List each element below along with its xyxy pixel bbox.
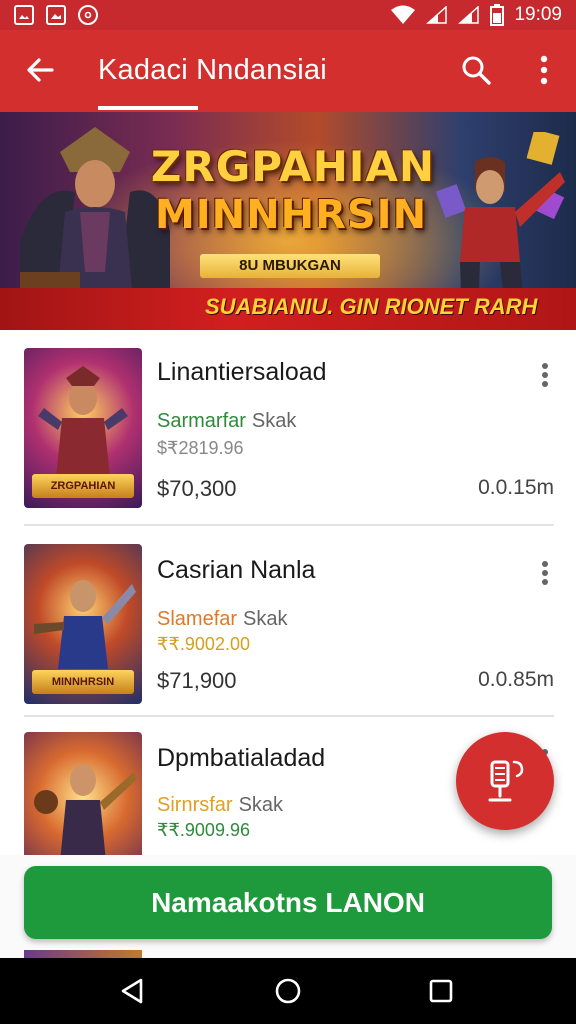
- dot: [542, 561, 548, 567]
- promo-banner[interactable]: ZRGPAHIAN MINNHRSIN 8U MBUKGAN SUABIANIU…: [0, 112, 576, 330]
- wifi-icon: [391, 5, 416, 24]
- thumbnail-caption: ZRGPAHIAN: [32, 474, 134, 498]
- category-name: Slamefar: [157, 608, 238, 630]
- status-right-icons: 19:09: [390, 4, 562, 26]
- search-icon: [462, 56, 491, 85]
- signal-icon: [458, 6, 480, 24]
- game-thumbnail: [24, 732, 142, 860]
- nav-recents-icon: [429, 979, 453, 1003]
- data-saver-icon: [78, 5, 98, 25]
- game-size: 0.0.85m: [478, 668, 554, 691]
- game-title: Dpmbatialadad: [157, 744, 326, 772]
- banner-title-line1: ZRGPAHIAN: [150, 142, 436, 191]
- game-downloads: ₹₹.9002.00: [157, 634, 250, 654]
- status-left-icons: [14, 5, 98, 25]
- list-divider: [24, 524, 554, 526]
- dot: [542, 363, 548, 369]
- image-notification-icon: [46, 5, 66, 25]
- category-suffix: Skak: [238, 794, 284, 816]
- list-divider: [24, 715, 554, 717]
- game-category: Sarmarfar Skak: [157, 410, 296, 433]
- game-category: Sirnrsfar Skak: [157, 794, 283, 817]
- banner-subtitle: 8U MBUKGAN: [200, 254, 380, 278]
- item-overflow-menu[interactable]: [534, 360, 556, 390]
- item-overflow-menu[interactable]: [534, 558, 556, 588]
- game-downloads: ₹₹.9009.96: [157, 820, 250, 840]
- dot: [542, 570, 548, 576]
- back-button[interactable]: [20, 50, 60, 90]
- nav-home-icon: [275, 978, 301, 1004]
- app-screen: 19:09 Kadaci Nndansiai ZRGPAHIAN MINNHRS…: [0, 0, 576, 1024]
- banner-tagline: SUABIANIU. GIN RIONET RARH: [205, 294, 538, 319]
- status-bar: 19:09: [0, 0, 576, 30]
- category-suffix: Skak: [243, 608, 288, 630]
- game-thumbnail: MINNHRSIN: [24, 544, 142, 704]
- signal-icon: [426, 6, 448, 24]
- battery-icon: [490, 4, 505, 26]
- banner-title-line2: MINNHRSIN: [154, 192, 428, 238]
- voice-record-fab[interactable]: [456, 732, 554, 830]
- game-price: $71,900: [157, 668, 237, 693]
- nav-back-icon: [121, 978, 143, 1004]
- game-size: 0.0.15m: [478, 476, 554, 499]
- overflow-menu-button[interactable]: [526, 50, 562, 90]
- list-item-peek: [24, 950, 142, 958]
- category-name: Sirnrsfar: [157, 794, 233, 816]
- arrow-back-icon: [27, 58, 54, 82]
- system-nav-bar: [0, 958, 576, 1024]
- dot: [542, 579, 548, 585]
- list-item[interactable]: MINNHRSIN Casrian Nanla Slamefar Skak ₹₹.…: [0, 528, 576, 724]
- app-bar: Kadaci Nndansiai: [0, 30, 576, 112]
- voice-record-icon: [488, 760, 524, 802]
- category-suffix: Skak: [251, 410, 297, 432]
- game-thumbnail: ZRGPAHIAN: [24, 348, 142, 508]
- dot: [542, 381, 548, 387]
- photo-notification-icon: [14, 5, 34, 25]
- nav-recents-button[interactable]: [421, 971, 461, 1011]
- game-title: Casrian Nanla: [157, 556, 316, 584]
- game-price: $70,300: [157, 476, 237, 501]
- thumbnail-caption: MINNHRSIN: [32, 670, 134, 694]
- primary-action-button[interactable]: Namaakotns LANON: [24, 866, 552, 939]
- dot: [542, 372, 548, 378]
- title-tab-indicator: [98, 106, 198, 110]
- list-item[interactable]: ZRGPAHIAN Linantiersaload Sarmarfar Skak …: [0, 330, 576, 526]
- status-time: 19:09: [514, 4, 562, 25]
- game-title: Linantiersaload: [157, 358, 327, 386]
- game-downloads: $₹2819.96: [157, 438, 244, 458]
- more-vert-icon: [540, 55, 548, 85]
- game-art-image: [34, 764, 136, 860]
- nav-back-button[interactable]: [112, 971, 152, 1011]
- page-title: Kadaci Nndansiai: [98, 54, 327, 86]
- search-button[interactable]: [456, 50, 496, 90]
- game-category: Slamefar Skak: [157, 608, 288, 631]
- category-name: Sarmarfar: [157, 410, 246, 432]
- nav-home-button[interactable]: [268, 971, 308, 1011]
